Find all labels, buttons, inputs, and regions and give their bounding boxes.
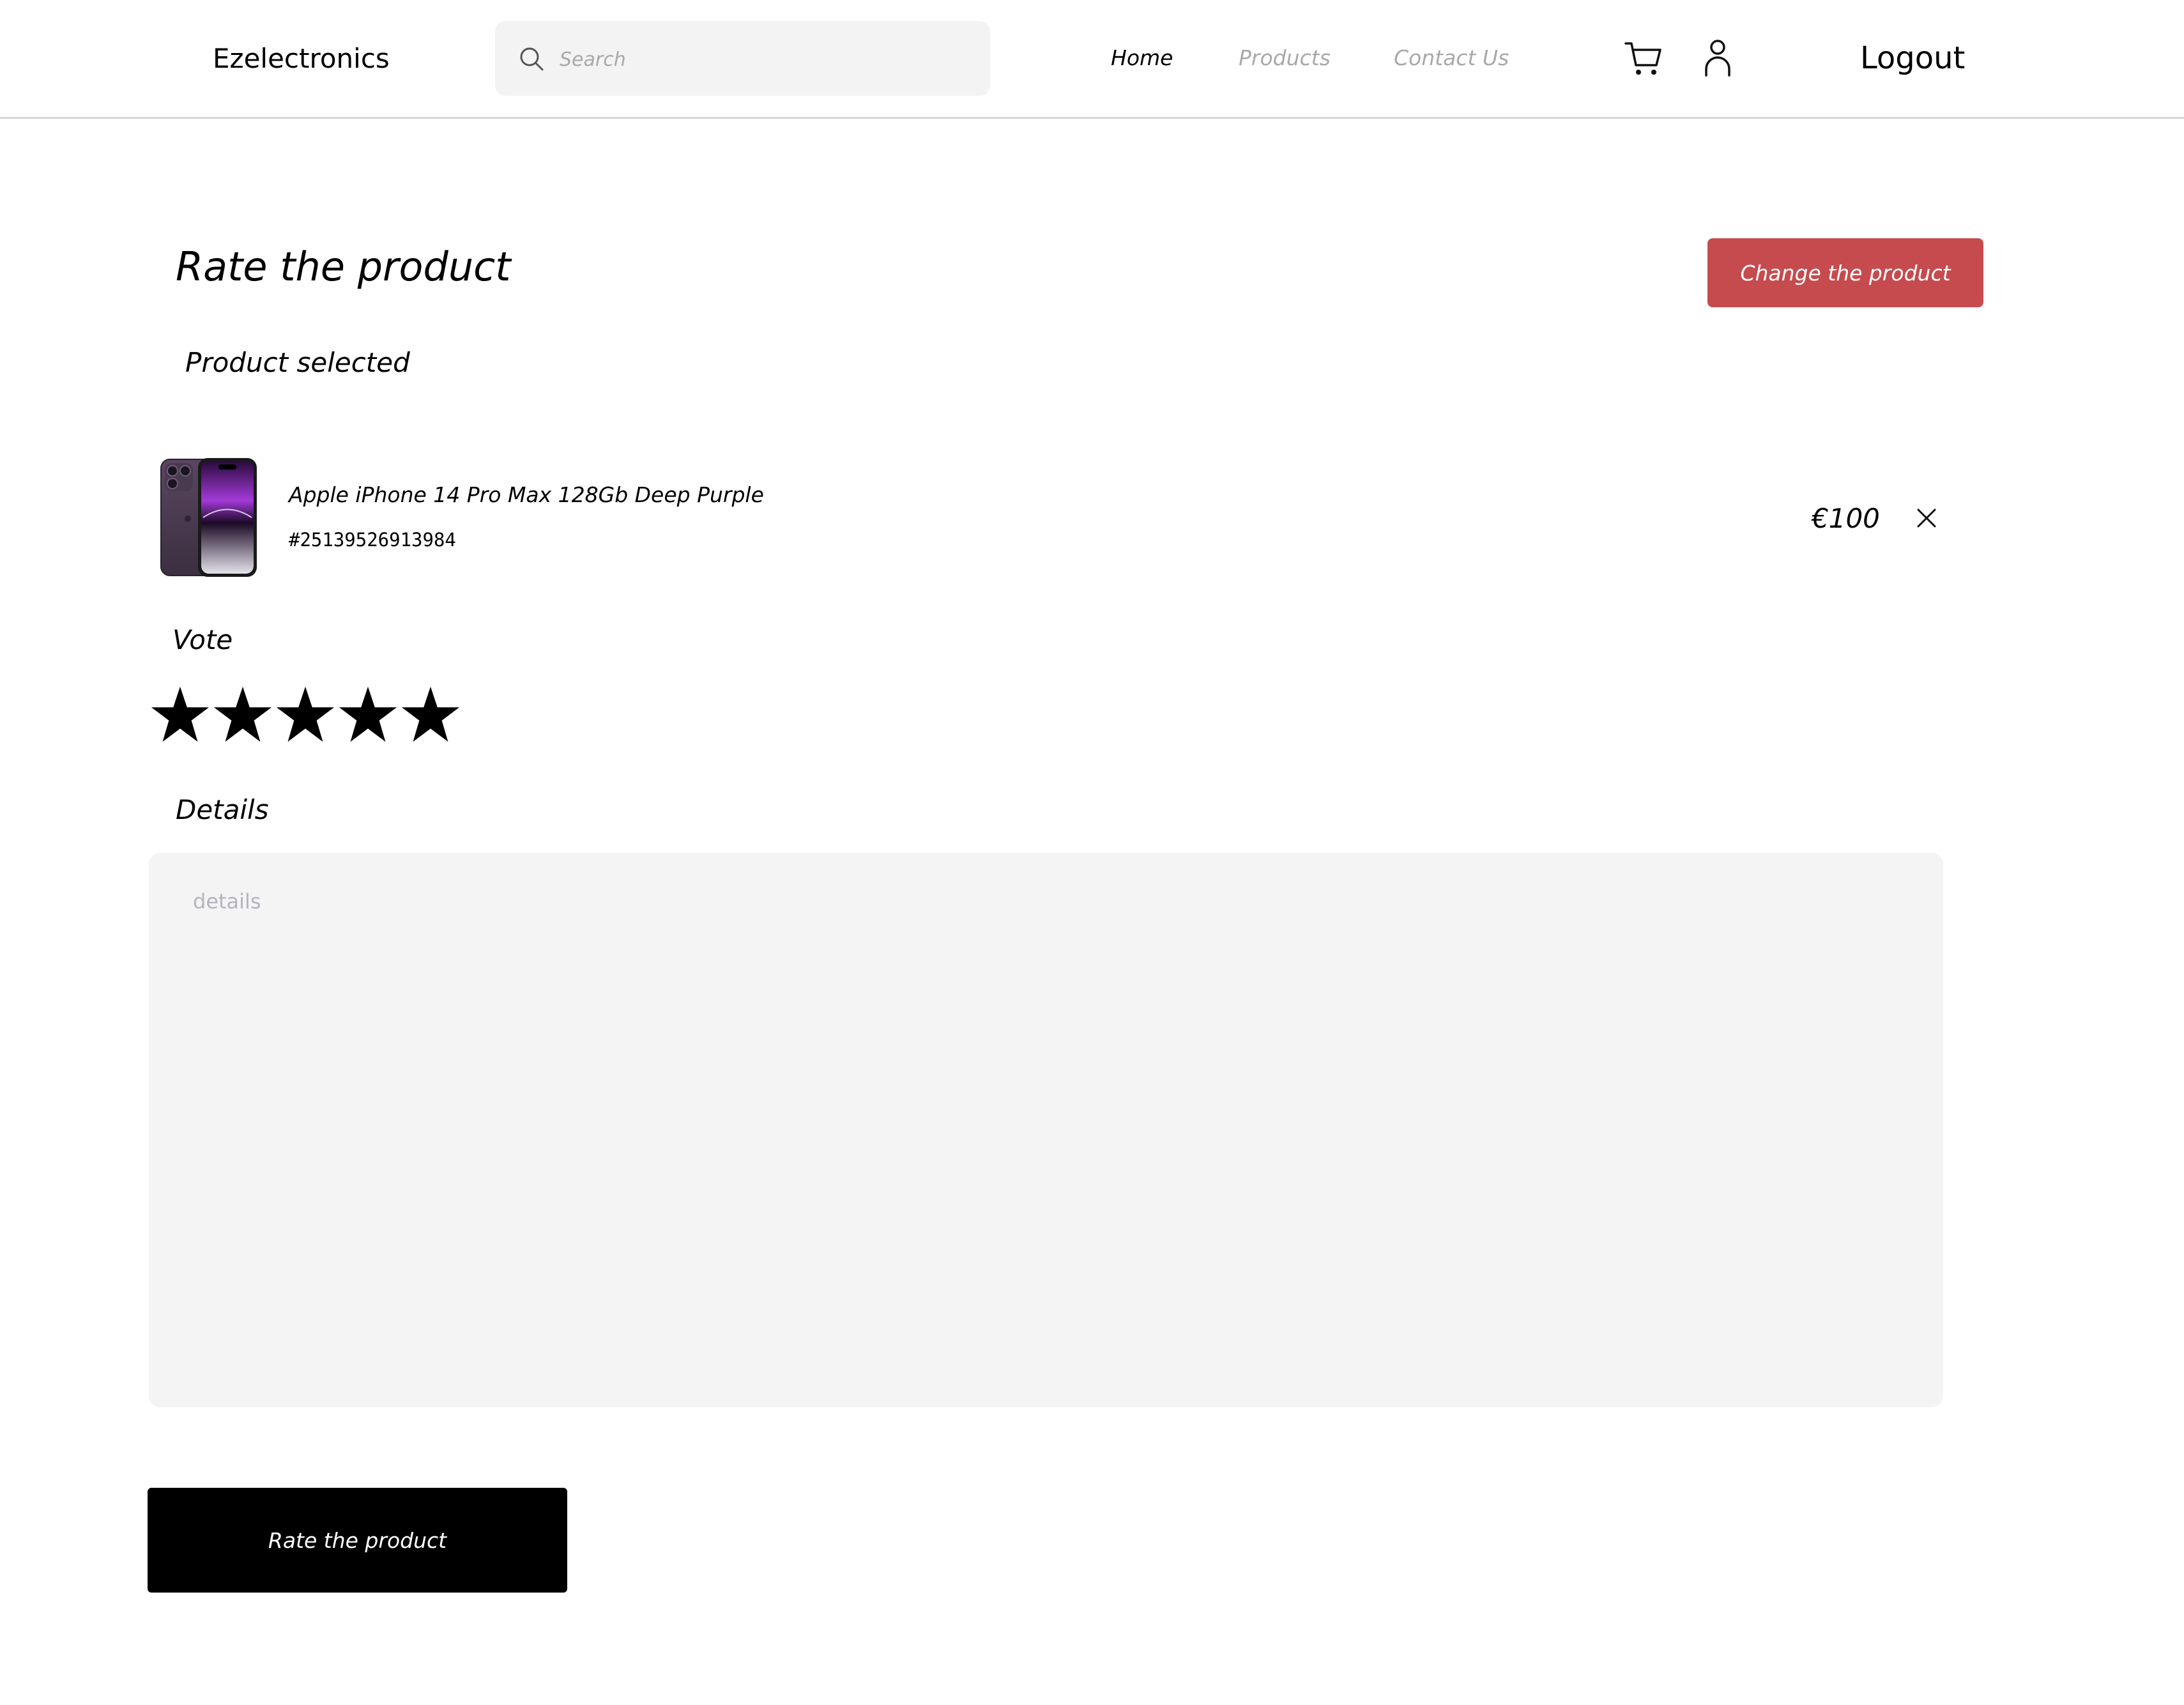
product-price: €100 bbox=[1812, 503, 1880, 534]
vote-label: Vote bbox=[172, 624, 233, 655]
cart-icon[interactable] bbox=[1624, 41, 1663, 77]
logout-button[interactable]: Logout bbox=[1860, 40, 1965, 77]
details-label: Details bbox=[176, 794, 269, 825]
star-icon[interactable] bbox=[211, 684, 274, 746]
star-rating[interactable] bbox=[149, 684, 462, 747]
site-logo[interactable]: Ezelectronics bbox=[213, 42, 390, 75]
search-input[interactable] bbox=[558, 41, 970, 78]
change-product-button[interactable]: Change the product bbox=[1707, 238, 1983, 307]
search-icon bbox=[520, 47, 544, 71]
page-title: Rate the product bbox=[176, 243, 511, 290]
product-selected-label: Product selected bbox=[185, 347, 410, 378]
details-textarea[interactable] bbox=[192, 888, 1919, 1389]
star-icon[interactable] bbox=[274, 684, 337, 746]
star-icon[interactable] bbox=[399, 684, 462, 746]
product-code: #25139526913984 bbox=[289, 529, 456, 551]
star-icon[interactable] bbox=[337, 684, 399, 746]
star-icon[interactable] bbox=[149, 684, 211, 746]
nav-contact-us[interactable]: Contact Us bbox=[1394, 43, 1509, 73]
user-icon[interactable] bbox=[1702, 38, 1733, 77]
nav-products[interactable]: Products bbox=[1239, 43, 1331, 73]
product-name: Apple iPhone 14 Pro Max 128Gb Deep Purpl… bbox=[289, 482, 764, 507]
nav-home[interactable]: Home bbox=[1111, 43, 1173, 73]
product-image bbox=[160, 458, 257, 577]
close-icon[interactable] bbox=[1916, 508, 1937, 528]
rate-product-button[interactable]: Rate the product bbox=[148, 1488, 567, 1593]
